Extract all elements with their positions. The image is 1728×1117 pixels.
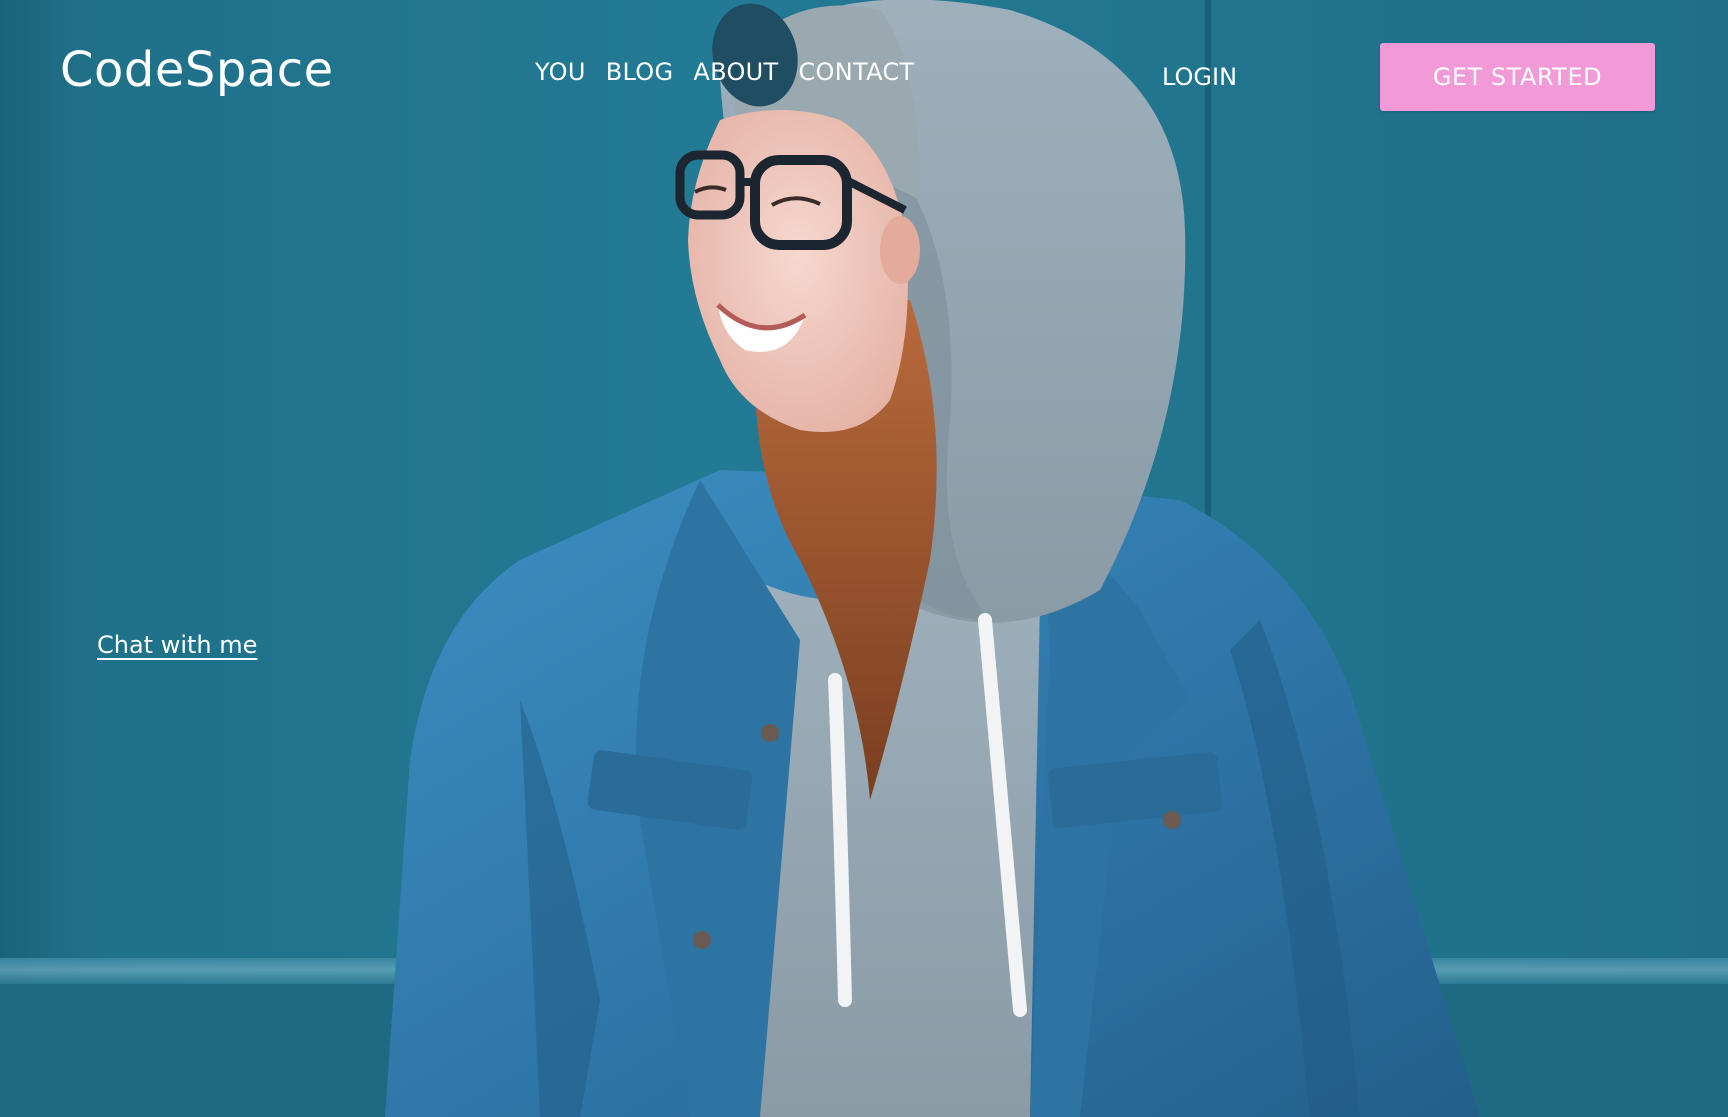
chat-with-me-link[interactable]: Chat with me <box>97 631 257 659</box>
top-nav: CodeSpace YOU BLOG ABOUT CONTACT LOGIN G… <box>0 0 1728 160</box>
get-started-button[interactable]: GET STARTED <box>1380 43 1655 111</box>
nav-link-about[interactable]: ABOUT <box>693 58 778 86</box>
nav-link-blog[interactable]: BLOG <box>606 58 674 86</box>
nav-link-contact[interactable]: CONTACT <box>798 58 914 86</box>
brand-logo[interactable]: CodeSpace <box>60 42 334 98</box>
primary-nav: YOU BLOG ABOUT CONTACT <box>535 58 914 86</box>
login-link[interactable]: LOGIN <box>1162 63 1237 91</box>
hero-photo <box>385 0 1480 1117</box>
nav-link-you[interactable]: YOU <box>535 58 586 86</box>
hero-section: CodeSpace YOU BLOG ABOUT CONTACT LOGIN G… <box>0 0 1728 1117</box>
